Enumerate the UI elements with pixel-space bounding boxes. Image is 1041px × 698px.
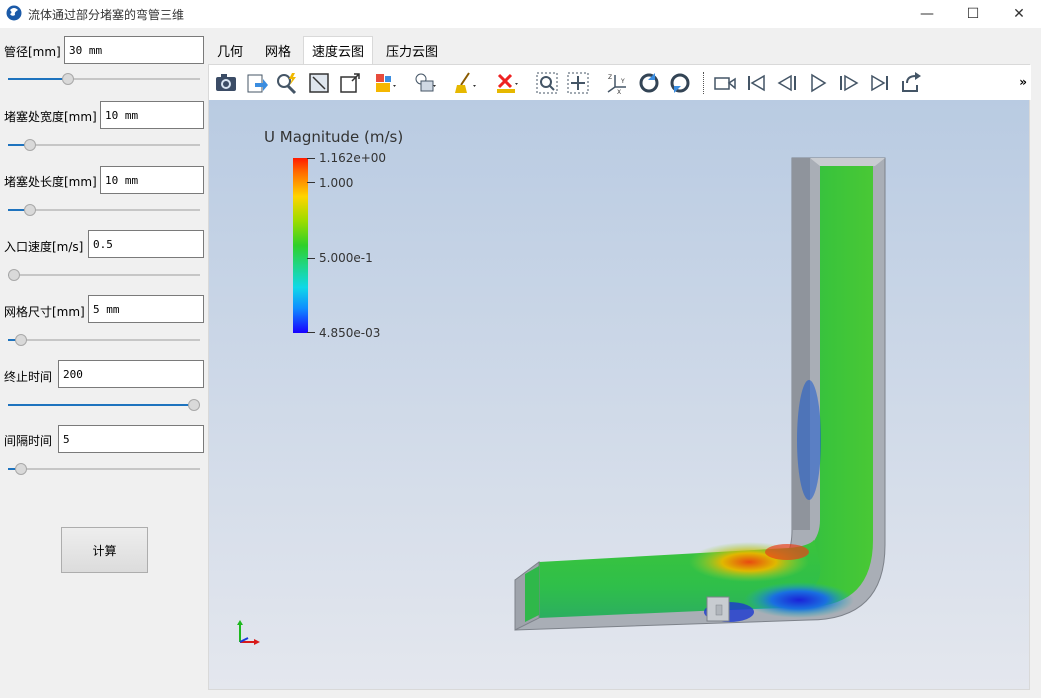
mesh-size-slider[interactable] (8, 334, 200, 346)
slider-thumb[interactable] (15, 334, 27, 346)
render-toolbar: Z YX » (209, 65, 1031, 100)
next-frame-icon[interactable] (837, 71, 861, 95)
svg-text:Z: Z (608, 74, 612, 81)
end-time-label: 终止时间 (4, 370, 53, 384)
zoom-icon[interactable] (535, 71, 559, 95)
tab-pressure-contour[interactable]: 压力云图 (377, 36, 447, 64)
export-icon[interactable] (245, 71, 269, 95)
window-title: 流体通过部分堵塞的弯管三维 (28, 8, 185, 22)
toolbar-more-button[interactable]: » (1019, 75, 1027, 89)
bent-pipe-velocity-contour (514, 157, 886, 631)
velocity-contour-panel: Z YX » U Magnitude (m/s) 1.162e+00 1.000 … (208, 64, 1031, 690)
slider-thumb[interactable] (24, 139, 36, 151)
close-button[interactable]: ✕ (996, 0, 1041, 28)
slider-thumb[interactable] (24, 204, 36, 216)
slider-thumb[interactable] (15, 463, 27, 475)
toolbar-separator (703, 72, 704, 94)
mesh-size-label: 网格尺寸[mm] (4, 305, 85, 319)
blockage-width-input[interactable]: 10 mm (100, 101, 204, 129)
blockage-width-label: 堵塞处宽度[mm] (4, 110, 97, 124)
inlet-velocity-slider[interactable] (8, 269, 200, 281)
play-icon[interactable] (806, 71, 830, 95)
slider-thumb[interactable] (188, 399, 200, 411)
rotate-cw-icon[interactable] (637, 71, 661, 95)
inlet-velocity-input[interactable]: 0.5 (88, 230, 204, 258)
slider-thumb[interactable] (8, 269, 20, 281)
probe-icon[interactable] (275, 71, 299, 95)
prev-frame-icon[interactable] (775, 71, 799, 95)
minimize-button[interactable]: — (904, 0, 950, 28)
app-window: 流体通过部分堵塞的弯管三维 — ☐ ✕ 管径[mm] 30 mm 堵塞处宽度[m… (0, 0, 1041, 698)
last-frame-icon[interactable] (868, 71, 892, 95)
interval-time-label: 间隔时间 (4, 434, 53, 448)
pipe-diameter-input[interactable]: 30 mm (64, 36, 204, 64)
blockage-length-slider[interactable] (8, 204, 200, 216)
svg-text:X: X (617, 89, 621, 95)
interval-time-input[interactable]: 5 (58, 425, 204, 453)
slider-thumb[interactable] (62, 73, 74, 85)
color-map-icon[interactable] (373, 71, 397, 95)
axes-icon[interactable]: Z YX (605, 71, 629, 95)
mesh-size-input[interactable]: 5 mm (88, 295, 204, 323)
fit-icon[interactable] (566, 71, 590, 95)
tab-mesh[interactable]: 网格 (255, 36, 301, 64)
end-time-slider[interactable] (8, 399, 200, 411)
parameter-panel: 管径[mm] 30 mm 堵塞处宽度[mm] 10 mm 堵塞处长度[mm] 1… (0, 28, 207, 698)
blockage-length-label: 堵塞处长度[mm] (4, 175, 97, 189)
render-viewport[interactable]: U Magnitude (m/s) 1.162e+00 1.000 5.000e… (209, 100, 1029, 689)
title-bar: 流体通过部分堵塞的弯管三维 — ☐ ✕ (0, 0, 1041, 28)
calculate-button[interactable]: 计算 (61, 527, 148, 573)
end-time-input[interactable]: 200 (58, 360, 204, 388)
pipe-diameter-label: 管径[mm] (4, 45, 61, 59)
app-logo-icon (6, 5, 22, 21)
loop-icon[interactable] (899, 71, 923, 95)
pipe-diameter-slider[interactable] (8, 73, 200, 85)
orientation-axes-icon (237, 620, 260, 645)
svg-text:Y: Y (620, 78, 625, 85)
camera-icon[interactable] (214, 71, 238, 95)
tab-geometry[interactable]: 几何 (207, 36, 253, 64)
record-icon[interactable] (713, 71, 737, 95)
delete-icon[interactable] (495, 71, 519, 95)
rotate-ccw-icon[interactable] (668, 71, 692, 95)
tab-velocity-contour[interactable]: 速度云图 (303, 36, 373, 64)
tab-bar: 几何 网格 速度云图 压力云图 (207, 36, 1041, 64)
clear-icon[interactable] (453, 71, 477, 95)
zoom-to-box-icon[interactable] (338, 71, 362, 95)
interval-time-slider[interactable] (8, 463, 200, 475)
light-icon[interactable] (413, 71, 437, 95)
blockage-width-slider[interactable] (8, 139, 200, 151)
reset-camera-icon[interactable] (307, 71, 331, 95)
blockage-length-input[interactable]: 10 mm (100, 166, 204, 194)
maximize-button[interactable]: ☐ (950, 0, 996, 28)
first-frame-icon[interactable] (744, 71, 768, 95)
inlet-velocity-label: 入口速度[m/s] (4, 240, 84, 254)
